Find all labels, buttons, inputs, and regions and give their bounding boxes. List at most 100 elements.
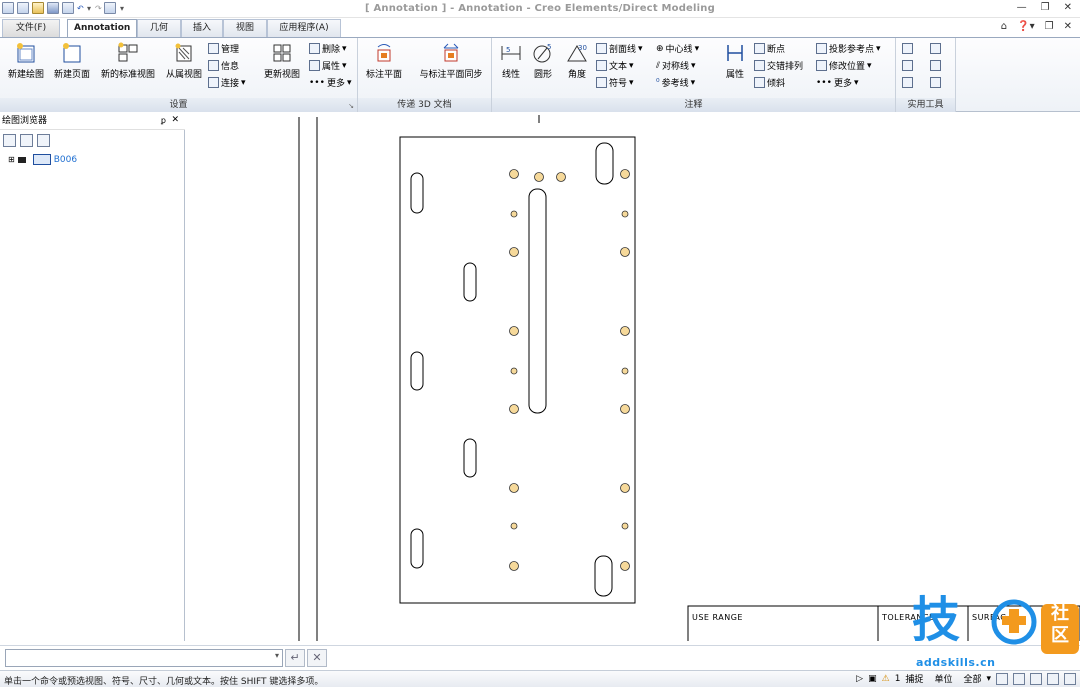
tree-view-icon[interactable]	[3, 133, 16, 147]
angle-dim-button[interactable]: 30 角度	[564, 42, 590, 80]
symmetry-icon: ⫽	[656, 60, 661, 71]
new-drawing-button[interactable]: 新建绘图	[4, 42, 48, 80]
dropdown-icon: ▾	[629, 60, 634, 71]
symbol-button[interactable]: 符号 ▾	[596, 76, 634, 89]
minimize-icon[interactable]: —	[1017, 2, 1027, 13]
proj-ref-button[interactable]: 投影参考点 ▾	[816, 42, 881, 55]
centerline-icon: ⊕	[656, 43, 664, 54]
dialog-launcher-icon[interactable]: ↘	[348, 102, 354, 110]
dependent-view-icon	[173, 42, 195, 64]
help-icon[interactable]: ❓▾	[1017, 21, 1034, 32]
skew-button[interactable]: 倾斜	[754, 76, 785, 89]
symmetry-line-button[interactable]: ⫽ 对称线 ▾	[656, 59, 696, 73]
tab-annotation[interactable]: Annotation	[67, 19, 137, 38]
ref-line-icon: ⁰	[656, 77, 660, 88]
copy-view-icon[interactable]	[37, 133, 50, 147]
dim-plane-button[interactable]: 标注平面	[360, 42, 408, 80]
tool-icon-1[interactable]	[902, 43, 913, 54]
tab-geometry[interactable]: 几何	[137, 19, 181, 37]
manage-icon	[208, 43, 219, 54]
page-icon	[32, 154, 51, 165]
close-doc-icon[interactable]: ✕	[1064, 21, 1072, 32]
info-button[interactable]: 信息	[208, 59, 239, 72]
watermark-char-2: 社	[1051, 603, 1069, 624]
group-label-settings: 设置	[0, 98, 357, 112]
ref-line-button[interactable]: ⁰ 参考线 ▾	[656, 76, 695, 90]
staggered-button[interactable]: 交错排列	[754, 59, 803, 72]
tool-icon-6[interactable]	[930, 77, 941, 88]
dropdown-icon: ▾	[853, 77, 859, 88]
tool-icon-5[interactable]	[902, 77, 913, 88]
tool-icon-3[interactable]	[902, 60, 913, 71]
record-icon[interactable]: ▣	[868, 674, 877, 684]
watermark-logo: 技 社 区 addskills.cn	[910, 592, 1080, 679]
tree-item-drawing[interactable]: ⊞ B006	[8, 154, 77, 165]
update-view-icon	[271, 42, 293, 64]
symbol-icon	[596, 77, 607, 88]
enter-button[interactable]: ↵	[285, 649, 305, 667]
more-annotate-button[interactable]: ••• 更多 ▾	[816, 76, 859, 90]
command-input[interactable]: ▾	[5, 649, 283, 667]
cancel-command-button[interactable]: ✕	[307, 649, 327, 667]
dropdown-icon: ▾	[342, 60, 347, 71]
tool-icon-4[interactable]	[930, 60, 941, 71]
holes[interactable]	[509, 169, 630, 571]
status-message: 单击一个命令或预选视图、符号、尺寸、几何或文本。按住 SHIFT 键选择多项。	[4, 677, 324, 687]
part-view[interactable]	[399, 136, 636, 604]
modify-pos-icon	[816, 60, 827, 71]
annotation-props-button[interactable]: 属性	[720, 42, 750, 80]
dropdown-icon: ▾	[629, 77, 634, 88]
dim-plane-icon	[373, 42, 395, 64]
properties-button[interactable]: 属性 ▾	[309, 59, 347, 72]
tab-applications[interactable]: 应用程序(A)	[267, 19, 341, 37]
dropdown-icon: ▾	[241, 77, 246, 88]
tab-file[interactable]: 文件(F)	[2, 19, 60, 37]
tool-icon-2[interactable]	[930, 43, 941, 54]
play-icon[interactable]: ▷	[856, 674, 863, 684]
tab-view[interactable]: 视图	[223, 19, 267, 37]
staggered-icon	[754, 60, 765, 71]
tab-insert[interactable]: 插入	[181, 19, 223, 37]
new-page-icon	[61, 42, 83, 64]
watermark-url: addskills.cn	[916, 656, 996, 669]
new-standard-view-button[interactable]: 新的标准视图	[96, 42, 160, 80]
dropdown-icon: ▾	[346, 77, 352, 88]
break-icon	[754, 43, 765, 54]
svg-text:5: 5	[506, 46, 510, 54]
skew-icon	[754, 77, 765, 88]
watermark-char-1: 技	[912, 592, 961, 648]
connect-icon	[208, 77, 219, 88]
linear-dim-button[interactable]: 5 线性	[498, 42, 524, 80]
dropdown-icon: ▾	[342, 43, 347, 54]
drawing-browser-panel: 绘图浏览器 ꝑ ✕ ⊞ B006	[0, 113, 185, 641]
collapse-ribbon-icon[interactable]: ⌂	[1001, 21, 1007, 32]
panel-close-icon[interactable]: ✕	[171, 115, 179, 125]
group-label-tools: 实用工具	[896, 98, 955, 112]
from-view-button[interactable]: 从属视图	[162, 42, 206, 80]
manage-button[interactable]: 管理	[208, 42, 239, 55]
chevron-down-icon[interactable]: ▾	[275, 651, 279, 660]
section-line-button[interactable]: 剖面线 ▾	[596, 42, 643, 55]
break-button[interactable]: 断点	[754, 42, 785, 55]
drawing-icon	[17, 156, 26, 163]
restore-doc-icon[interactable]: ❐	[1045, 21, 1054, 32]
drawing-canvas[interactable]: USE RANGE TOLERANCE SURFAC	[186, 113, 1080, 641]
new-page-button[interactable]: 新建页面	[50, 42, 94, 80]
expand-icon[interactable]: ⊞	[8, 155, 15, 164]
centerline-button[interactable]: ⊕ 中心线 ▾	[656, 42, 699, 56]
proj-ref-icon	[816, 43, 827, 54]
filter-icon[interactable]	[20, 133, 33, 147]
circle-dim-button[interactable]: 5 圆形	[530, 42, 556, 80]
text-button[interactable]: 文本 ▾	[596, 59, 634, 72]
sync-dim-plane-button[interactable]: 与标注平面同步	[412, 42, 490, 80]
pin-icon[interactable]: ꝑ	[161, 116, 166, 125]
warning-icon[interactable]: ⚠	[882, 674, 890, 684]
connect-button[interactable]: 连接 ▾	[208, 76, 246, 89]
restore-icon[interactable]: ❐	[1041, 2, 1050, 13]
close-icon[interactable]: ✕	[1064, 2, 1072, 13]
delete-button[interactable]: 删除 ▾	[309, 42, 347, 55]
update-view-button[interactable]: 更新视图	[260, 42, 304, 80]
modify-pos-button[interactable]: 修改位置 ▾	[816, 59, 872, 72]
svg-text:30: 30	[578, 44, 587, 52]
more-settings-button[interactable]: ••• 更多 ▾	[309, 76, 352, 90]
